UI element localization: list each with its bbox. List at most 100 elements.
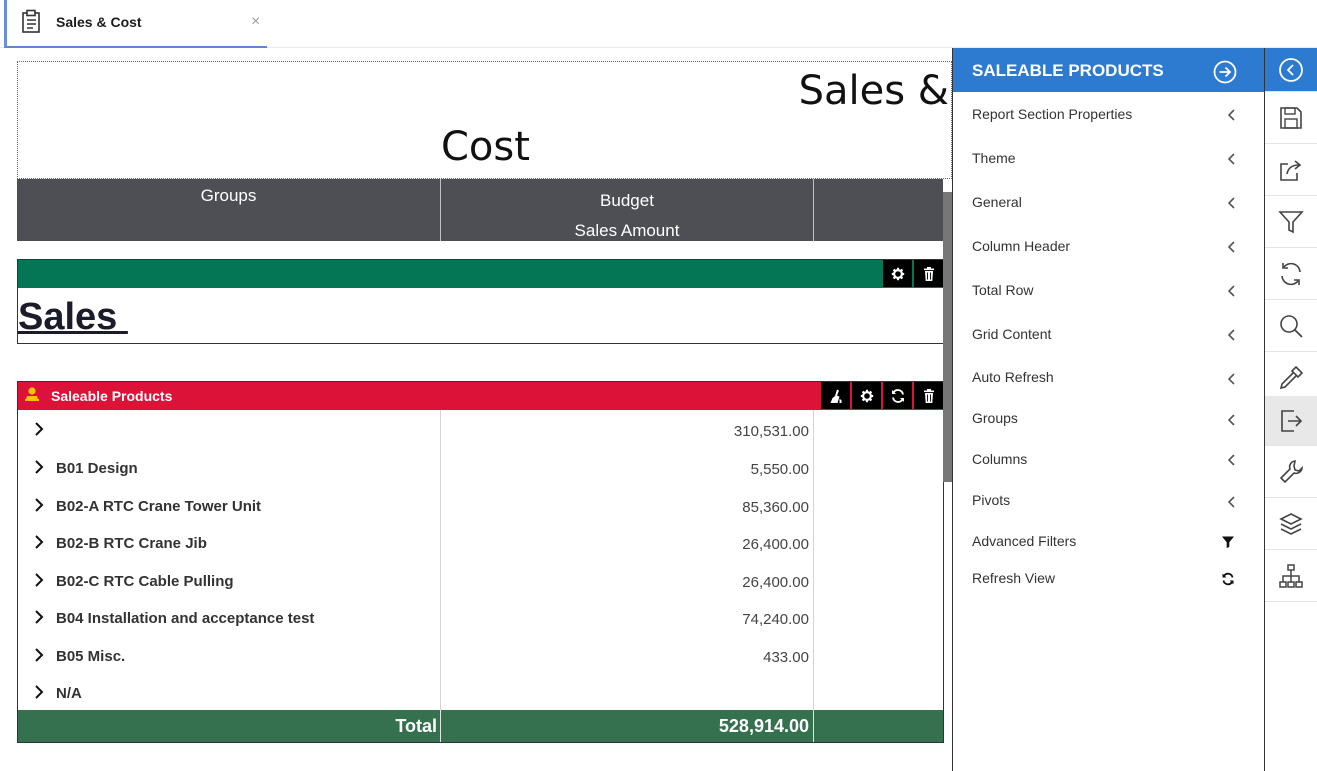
eyedropper-icon xyxy=(1279,365,1304,389)
menu-advanced-filters[interactable]: Advanced Filters xyxy=(953,530,1264,560)
grid-title: Saleable Products xyxy=(51,388,173,404)
menu-theme[interactable]: Theme xyxy=(953,147,1264,177)
menu-grid-content[interactable]: Grid Content xyxy=(953,323,1264,353)
clean-button[interactable] xyxy=(821,382,850,409)
report-title-box[interactable]: Sales & Cost xyxy=(17,61,952,179)
share-button[interactable] xyxy=(1265,144,1317,196)
menu-label: Refresh View xyxy=(972,570,1056,586)
table-row[interactable]: B02-A RTC Crane Tower Unit 85,360.00 xyxy=(18,487,943,524)
saleable-products-grid[interactable]: Saleable Products 310,531.00 B01 Design … xyxy=(17,381,944,743)
column-header: Groups Budget Sales Amount xyxy=(17,179,943,241)
header-sales-amount: Sales Amount xyxy=(574,221,680,240)
menu-general[interactable]: General xyxy=(953,191,1264,221)
chevron-right-icon[interactable] xyxy=(32,572,46,588)
table-row[interactable]: B02-C RTC Cable Pulling 26,400.00 xyxy=(18,562,943,599)
report-canvas: Sales & Cost Groups Budget Sales Amount … xyxy=(0,48,952,771)
refresh-icon xyxy=(891,388,904,403)
column-divider xyxy=(440,710,441,742)
trash-icon xyxy=(923,266,934,281)
gear-icon xyxy=(891,267,904,280)
gear-button[interactable] xyxy=(883,260,912,287)
menu-auto-refresh[interactable]: Auto Refresh xyxy=(953,366,1264,396)
grid-tools xyxy=(819,382,943,410)
row-amount: 5,550.00 xyxy=(750,461,809,478)
total-amount: 528,914.00 xyxy=(718,716,809,736)
row-amount: 26,400.00 xyxy=(742,574,809,591)
header-budget-sales-amount[interactable]: Budget Sales Amount xyxy=(441,179,814,241)
table-row[interactable]: B01 Design 5,550.00 xyxy=(18,449,943,486)
menu-groups[interactable]: Groups xyxy=(953,407,1264,437)
row-group: N/A xyxy=(56,685,82,702)
menu-pivots[interactable]: Pivots xyxy=(953,489,1264,519)
refresh-button[interactable] xyxy=(883,382,912,409)
gear-button[interactable] xyxy=(852,382,881,409)
gear-icon xyxy=(860,389,873,402)
chevron-left-icon xyxy=(1227,197,1235,209)
column-divider xyxy=(813,710,814,742)
exit-icon xyxy=(1281,409,1303,432)
row-group: B04 Installation and acceptance test xyxy=(56,610,315,627)
refresh-button[interactable] xyxy=(1265,248,1317,300)
chevron-right-icon[interactable] xyxy=(32,459,46,475)
delete-button[interactable] xyxy=(914,260,943,287)
row-amount: 433.00 xyxy=(763,649,809,666)
clipboard-icon xyxy=(22,9,40,33)
report-title-line1: Sales & xyxy=(798,68,949,114)
menu-total-row[interactable]: Total Row xyxy=(953,279,1264,309)
row-group: B02-A RTC Crane Tower Unit xyxy=(56,498,262,515)
filter-button[interactable] xyxy=(1265,196,1317,248)
chevron-left-icon xyxy=(1227,241,1235,253)
chevron-right-icon[interactable] xyxy=(32,684,46,700)
layers-icon xyxy=(1279,512,1303,535)
wrench-button[interactable] xyxy=(1265,446,1317,498)
exit-button[interactable] xyxy=(1265,396,1317,446)
chevron-right-icon[interactable] xyxy=(32,497,46,513)
header-empty xyxy=(814,179,943,241)
hierarchy-button[interactable] xyxy=(1265,550,1317,602)
menu-report-section-properties[interactable]: Report Section Properties xyxy=(953,103,1264,133)
table-row[interactable]: B04 Installation and acceptance test 74,… xyxy=(18,599,943,636)
close-icon[interactable]: × xyxy=(251,14,260,30)
back-icon xyxy=(1279,57,1303,82)
layers-button[interactable] xyxy=(1265,498,1317,550)
sales-section[interactable]: Sales xyxy=(17,259,944,344)
chevron-right-icon[interactable] xyxy=(32,609,46,625)
chevron-right-icon[interactable] xyxy=(32,421,46,437)
table-row[interactable]: B02-B RTC Crane Jib 26,400.00 xyxy=(18,524,943,561)
row-group: B02-B RTC Crane Jib xyxy=(56,535,207,552)
header-groups[interactable]: Groups xyxy=(17,179,441,241)
menu-label: Report Section Properties xyxy=(972,106,1133,122)
save-button[interactable] xyxy=(1265,92,1317,144)
properties-panel: SALEABLE PRODUCTS Report Section Propert… xyxy=(952,48,1265,771)
report-title-line2: Cost xyxy=(441,124,530,170)
row-amount: 310,531.00 xyxy=(733,423,809,440)
menu-column-header[interactable]: Column Header xyxy=(953,235,1264,265)
tab-sales-cost[interactable]: Sales & Cost × xyxy=(4,0,267,48)
menu-refresh-view[interactable]: Refresh View xyxy=(953,567,1264,597)
table-row[interactable]: N/A xyxy=(18,674,943,711)
sales-title: Sales xyxy=(18,296,128,338)
menu-label: Theme xyxy=(972,150,1016,166)
table-row[interactable]: B05 Misc. 433.00 xyxy=(18,637,943,674)
row-group: B01 Design xyxy=(56,460,138,477)
back-button[interactable] xyxy=(1265,48,1317,92)
delete-button[interactable] xyxy=(914,382,943,409)
arrow-right-circle-icon[interactable] xyxy=(1213,60,1237,84)
chevron-right-icon[interactable] xyxy=(32,534,46,550)
table-row[interactable]: 310,531.00 xyxy=(18,411,943,448)
wrench-icon xyxy=(1279,459,1304,483)
row-group: B02-C RTC Cable Pulling xyxy=(56,573,234,590)
chevron-left-icon xyxy=(1227,153,1235,165)
header-budget: Budget xyxy=(600,191,654,210)
row-amount: 74,240.00 xyxy=(742,611,809,628)
panel-header: SALEABLE PRODUCTS xyxy=(953,48,1264,92)
chevron-right-icon[interactable] xyxy=(32,647,46,663)
row-amount: 85,360.00 xyxy=(742,499,809,516)
search-button[interactable] xyxy=(1265,300,1317,352)
vertical-scrollbar[interactable] xyxy=(943,192,952,482)
menu-label: Total Row xyxy=(972,282,1034,298)
brush-icon xyxy=(830,389,841,403)
menu-label: Columns xyxy=(972,451,1028,467)
grid-title-bar: Saleable Products xyxy=(18,382,943,410)
menu-columns[interactable]: Columns xyxy=(953,448,1264,478)
